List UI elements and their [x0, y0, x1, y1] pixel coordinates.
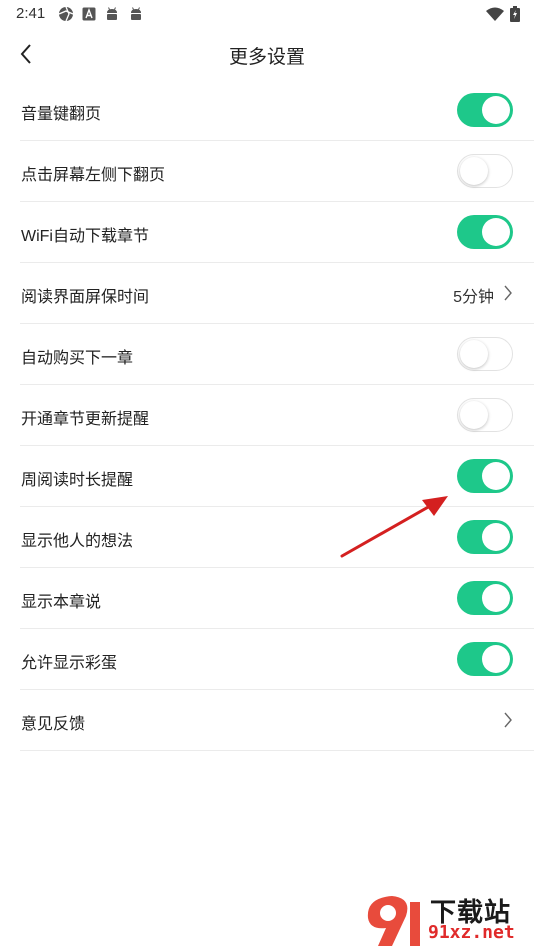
setting-label: 意见反馈: [21, 716, 86, 733]
toggle-switch[interactable]: [457, 337, 513, 371]
toggle-knob: [460, 339, 488, 368]
setting-label: 阅读界面屏保时间: [21, 289, 150, 306]
chevron-right-icon: [504, 285, 512, 301]
watermark-logo-icon: [367, 896, 420, 946]
toggle-knob: [482, 218, 510, 246]
toggle-knob: [482, 523, 510, 551]
watermark-url: 91xz.net: [428, 922, 515, 943]
setting-label: 开通章节更新提醒: [21, 411, 150, 428]
page-title: 更多设置: [228, 47, 305, 68]
notification-icons: [58, 6, 144, 22]
setting-label: 音量键翻页: [21, 106, 102, 123]
setting-label: 允许显示彩蛋: [21, 655, 118, 672]
setting-row-show-others-thoughts[interactable]: 显示他人的想法: [20, 507, 534, 568]
setting-value: 5分钟: [453, 289, 494, 306]
toggle-knob: [482, 584, 510, 612]
toggle-switch[interactable]: [457, 93, 513, 127]
toggle-switch[interactable]: [457, 154, 513, 188]
setting-row-chapter-update-reminder[interactable]: 开通章节更新提醒: [20, 385, 534, 446]
toggle-knob: [482, 645, 510, 673]
header: 更多设置: [0, 30, 534, 80]
setting-row-tap-left-flip[interactable]: 点击屏幕左侧下翻页: [20, 141, 534, 202]
battery-icon: [510, 6, 520, 22]
setting-row-feedback[interactable]: 意见反馈: [20, 690, 534, 751]
setting-row-auto-buy-next[interactable]: 自动购买下一章: [20, 324, 534, 385]
toggle-switch[interactable]: [457, 398, 513, 432]
toggle-switch[interactable]: [457, 459, 513, 493]
setting-label: 显示本章说: [21, 594, 102, 611]
setting-label: WiFi自动下载章节: [21, 228, 149, 245]
toggle-switch[interactable]: [457, 520, 513, 554]
setting-row-screensaver-time[interactable]: 阅读界面屏保时间 5分钟: [20, 263, 534, 324]
toggle-switch[interactable]: [457, 215, 513, 249]
setting-row-wifi-auto-download[interactable]: WiFi自动下载章节: [20, 202, 534, 263]
setting-row-show-chapter-comments[interactable]: 显示本章说: [20, 568, 534, 629]
setting-label: 点击屏幕左侧下翻页: [21, 167, 166, 184]
android-icon: [107, 7, 117, 20]
chevron-right-icon: [504, 712, 512, 728]
aperture-icon: [58, 6, 74, 22]
status-bar: 2:41: [0, 0, 534, 30]
toggle-knob: [460, 400, 488, 429]
a-box-icon: [82, 7, 96, 21]
status-time: 2:41: [16, 5, 46, 22]
setting-label: 周阅读时长提醒: [21, 472, 134, 489]
wifi-icon: [486, 7, 504, 21]
toggle-switch[interactable]: [457, 642, 513, 676]
setting-row-weekly-reading-reminder[interactable]: 周阅读时长提醒: [20, 446, 534, 507]
setting-label: 自动购买下一章: [21, 350, 134, 367]
settings-list: 音量键翻页 点击屏幕左侧下翻页 WiFi自动下载章节 阅读界面屏保时间 5分钟 …: [20, 80, 534, 751]
setting-row-volume-key-flip[interactable]: 音量键翻页: [20, 80, 534, 141]
toggle-knob: [460, 156, 488, 185]
watermark: 下载站 91xz.net: [362, 890, 534, 950]
setting-row-allow-easter-eggs[interactable]: 允许显示彩蛋: [20, 629, 534, 690]
setting-label: 显示他人的想法: [21, 533, 134, 550]
android-icon: [131, 7, 141, 20]
system-icons: [486, 6, 520, 22]
toggle-knob: [482, 96, 510, 124]
toggle-switch[interactable]: [457, 581, 513, 615]
toggle-knob: [482, 462, 510, 490]
